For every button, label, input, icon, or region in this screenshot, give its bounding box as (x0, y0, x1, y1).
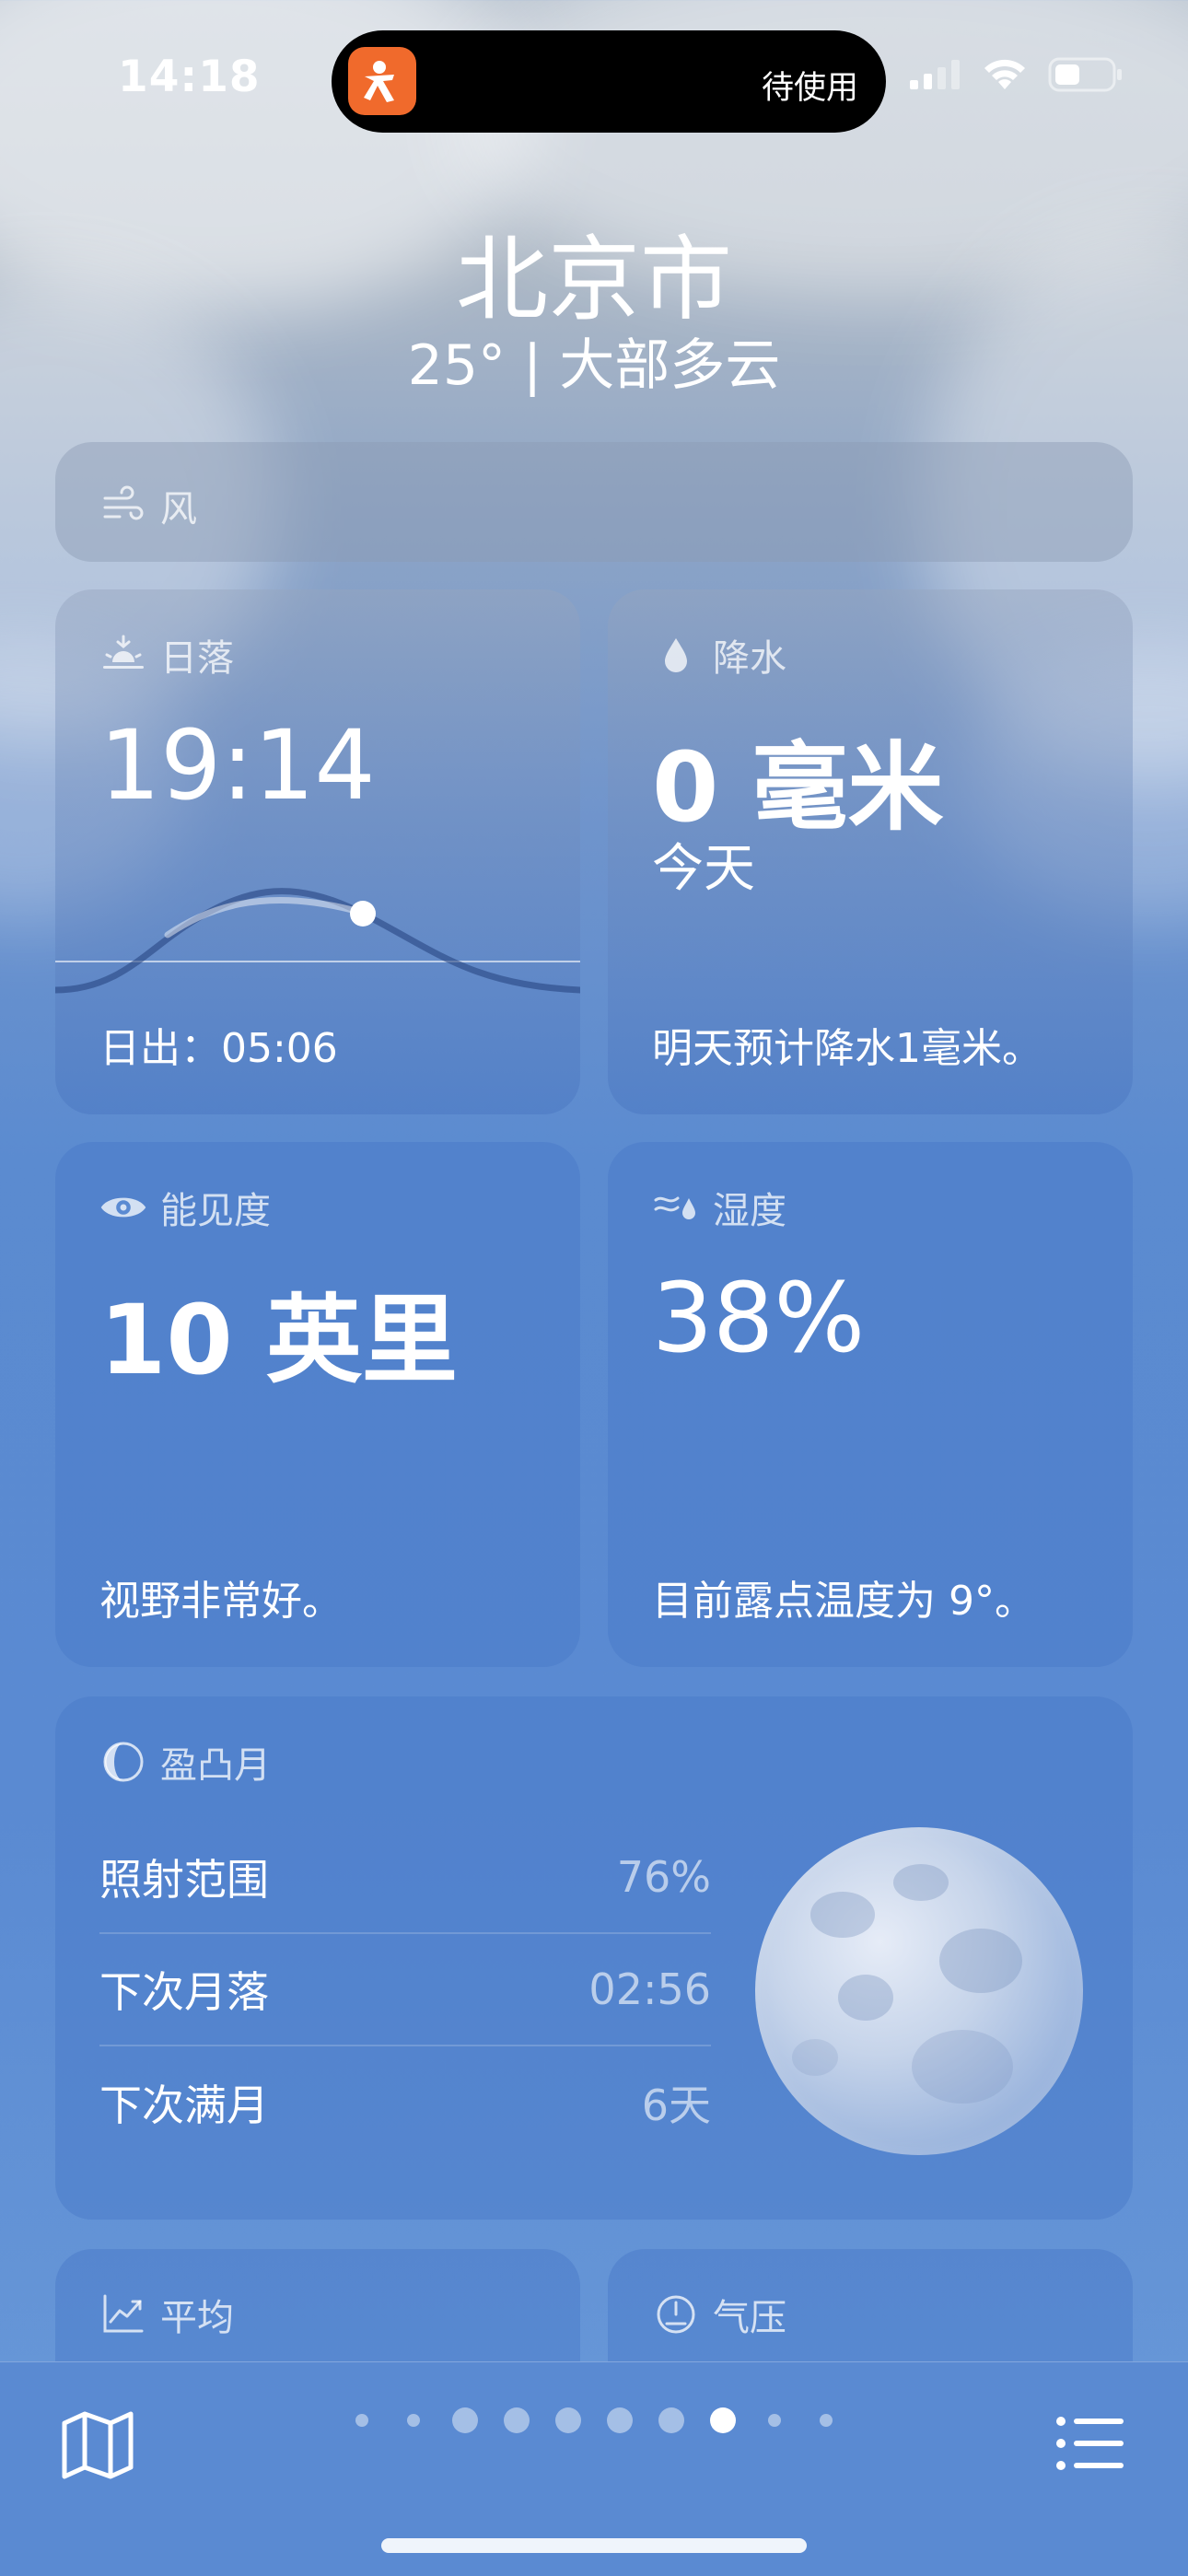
sunset-title: 日落 (160, 637, 234, 680)
wind-icon (103, 485, 144, 520)
island-status-text: 待使用 (761, 70, 858, 107)
page-dot[interactable] (555, 2407, 581, 2433)
page-indicator[interactable] (0, 2407, 1188, 2433)
pressure-card-title: 气压 (652, 2288, 786, 2341)
raindrop-icon (665, 638, 687, 672)
sun-position-marker (350, 901, 376, 927)
precipitation-period: 今天 (652, 839, 755, 899)
moon-row-full-moon: 下次满月 6天 (99, 2046, 711, 2159)
visibility-card-title: 能见度 (99, 1181, 271, 1234)
visibility-card[interactable]: 能见度 10 英里 视野非常好。 (55, 1142, 580, 1667)
humidity-description: 目前露点温度为 9°。 (652, 1578, 1035, 1625)
moon-row-moonset: 下次月落 02:56 (99, 1934, 711, 2046)
humidity-value: 38% (652, 1262, 866, 1374)
sunrise-time: 日出：05:06 (99, 1025, 338, 1072)
moon-image (755, 1827, 1083, 2155)
visibility-description: 视野非常好。 (99, 1578, 343, 1625)
gauge-icon (657, 2295, 695, 2334)
moon-row-label: 下次满月 (99, 2081, 269, 2130)
moon-title: 盈凸月 (160, 1744, 271, 1787)
visibility-title: 能见度 (160, 1190, 271, 1232)
precipitation-card[interactable]: 降水 0 毫米 今天 明天预计降水1毫米。 (608, 589, 1133, 1114)
precipitation-forecast: 明天预计降水1毫米。 (652, 1025, 1042, 1072)
wind-card-title: 风 (99, 479, 197, 532)
moon-card-title: 盈凸月 (99, 1735, 271, 1789)
page-dot[interactable] (820, 2414, 833, 2427)
humidity-card[interactable]: 湿度 38% 目前露点温度为 9°。 (608, 1142, 1133, 1667)
page-dot[interactable] (607, 2407, 633, 2433)
humidity-icon (654, 1196, 695, 1219)
trend-chart-icon (103, 2294, 144, 2333)
humidity-card-title: 湿度 (652, 1181, 786, 1234)
precipitation-card-title: 降水 (652, 628, 786, 682)
cellular-signal-icon (910, 60, 960, 89)
page-dot-active[interactable] (710, 2407, 736, 2433)
sunset-icon (103, 635, 144, 669)
status-time: 14:18 (118, 52, 261, 102)
sunset-card-title: 日落 (99, 628, 234, 682)
sun-path-graph (55, 888, 580, 994)
page-dot[interactable] (452, 2407, 478, 2433)
page-dot[interactable] (658, 2407, 684, 2433)
status-icons (910, 57, 1124, 92)
visibility-value: 10 英里 (99, 1284, 458, 1396)
sunset-time: 19:14 (99, 709, 376, 822)
page-dot[interactable] (407, 2414, 420, 2427)
dynamic-island[interactable]: 待使用 (332, 30, 886, 133)
eye-icon (100, 1197, 146, 1218)
moon-row-label: 下次月落 (99, 1967, 269, 2017)
moon-row-label: 照射范围 (99, 1855, 269, 1905)
city-name: 北京市 (456, 226, 732, 333)
wind-title: 风 (160, 488, 197, 530)
page-dot[interactable] (768, 2414, 781, 2427)
page-dot[interactable] (355, 2414, 368, 2427)
page-dot[interactable] (504, 2407, 530, 2433)
moon-phase-icon (103, 1742, 144, 1782)
wind-card[interactable]: 风 (55, 442, 1133, 562)
averages-title: 平均 (160, 2297, 234, 2339)
app-activity-icon[interactable] (348, 47, 416, 115)
moon-row-value: 02:56 (588, 1964, 711, 2014)
moon-row-value: 76% (616, 1852, 711, 1902)
pressure-title: 气压 (713, 2297, 786, 2339)
precipitation-title: 降水 (713, 637, 786, 680)
humidity-title: 湿度 (713, 1190, 786, 1232)
moon-row-illumination: 照射范围 76% (99, 1822, 711, 1934)
averages-card-title: 平均 (99, 2288, 234, 2341)
weather-summary: 25° | 大部多云 (407, 333, 781, 398)
battery-icon (1048, 57, 1122, 92)
wifi-icon (984, 59, 1025, 89)
sunset-card[interactable]: 日落 19:14 日出：05:06 (55, 589, 580, 1114)
moon-row-value: 6天 (641, 2081, 711, 2130)
home-indicator[interactable] (381, 2538, 807, 2553)
